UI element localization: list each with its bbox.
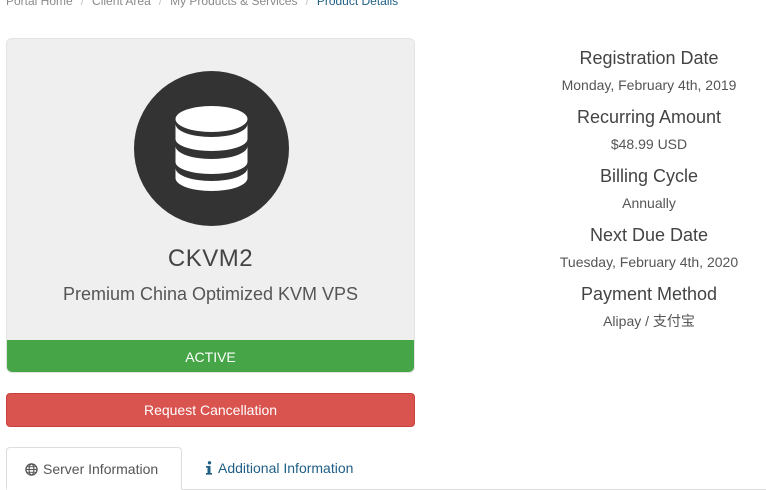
product-icon-circle (134, 71, 289, 226)
detail-label: Payment Method (580, 284, 718, 304)
breadcrumb-separator: / (158, 0, 163, 8)
detail-label: Recurring Amount (576, 107, 722, 127)
database-icon (175, 106, 248, 191)
product-group: Premium China Optimized KVM VPS (62, 284, 359, 304)
info-icon (206, 461, 212, 475)
detail-value: $48.99 USD (610, 136, 688, 152)
payment-method: Payment Method Alipay / 支付宝 (532, 280, 766, 339)
globe-icon (25, 463, 38, 476)
next-due-date: Next Due Date Tuesday, February 4th, 202… (532, 221, 766, 280)
detail-value: Monday, February 4th, 2019 (561, 77, 737, 93)
tab-label: Additional Information (218, 460, 354, 476)
billing-cycle: Billing Cycle Annually (532, 162, 766, 221)
detail-label: Registration Date (579, 48, 719, 68)
detail-label: Next Due Date (589, 225, 709, 245)
breadcrumb-my-products[interactable]: My Products & Services (170, 0, 297, 8)
breadcrumb-portal-home[interactable]: Portal Home (6, 0, 73, 8)
registration-date: Registration Date Monday, February 4th, … (532, 44, 766, 103)
status-badge: ACTIVE (7, 340, 414, 372)
product-tabs: Server Information Additional Informatio… (6, 447, 766, 490)
detail-value: Annually (622, 195, 676, 211)
detail-value: Tuesday, February 4th, 2020 (559, 254, 739, 270)
tab-label: Server Information (43, 461, 159, 477)
detail-value: Alipay / 支付宝 (603, 313, 695, 329)
billing-details: Registration Date Monday, February 4th, … (532, 44, 766, 339)
product-name: CKVM2 (167, 245, 254, 272)
breadcrumb-separator: / (80, 0, 85, 8)
breadcrumb: Portal Home / Client Area / My Products & Se… (6, 0, 398, 8)
detail-label: Billing Cycle (599, 166, 699, 186)
breadcrumb-product-details: Product Details (316, 0, 399, 8)
request-cancellation-button[interactable]: Request Cancellation (6, 393, 415, 427)
tab-additional-information[interactable]: Additional Information (205, 447, 353, 490)
tab-server-information[interactable]: Server Information (6, 447, 182, 490)
recurring-amount: Recurring Amount $48.99 USD (532, 103, 766, 162)
breadcrumb-separator: / (305, 0, 309, 8)
breadcrumb-client-area[interactable]: Client Area (92, 0, 151, 8)
product-card: CKVM2 Premium China Optimized KVM VPS AC… (6, 38, 415, 373)
